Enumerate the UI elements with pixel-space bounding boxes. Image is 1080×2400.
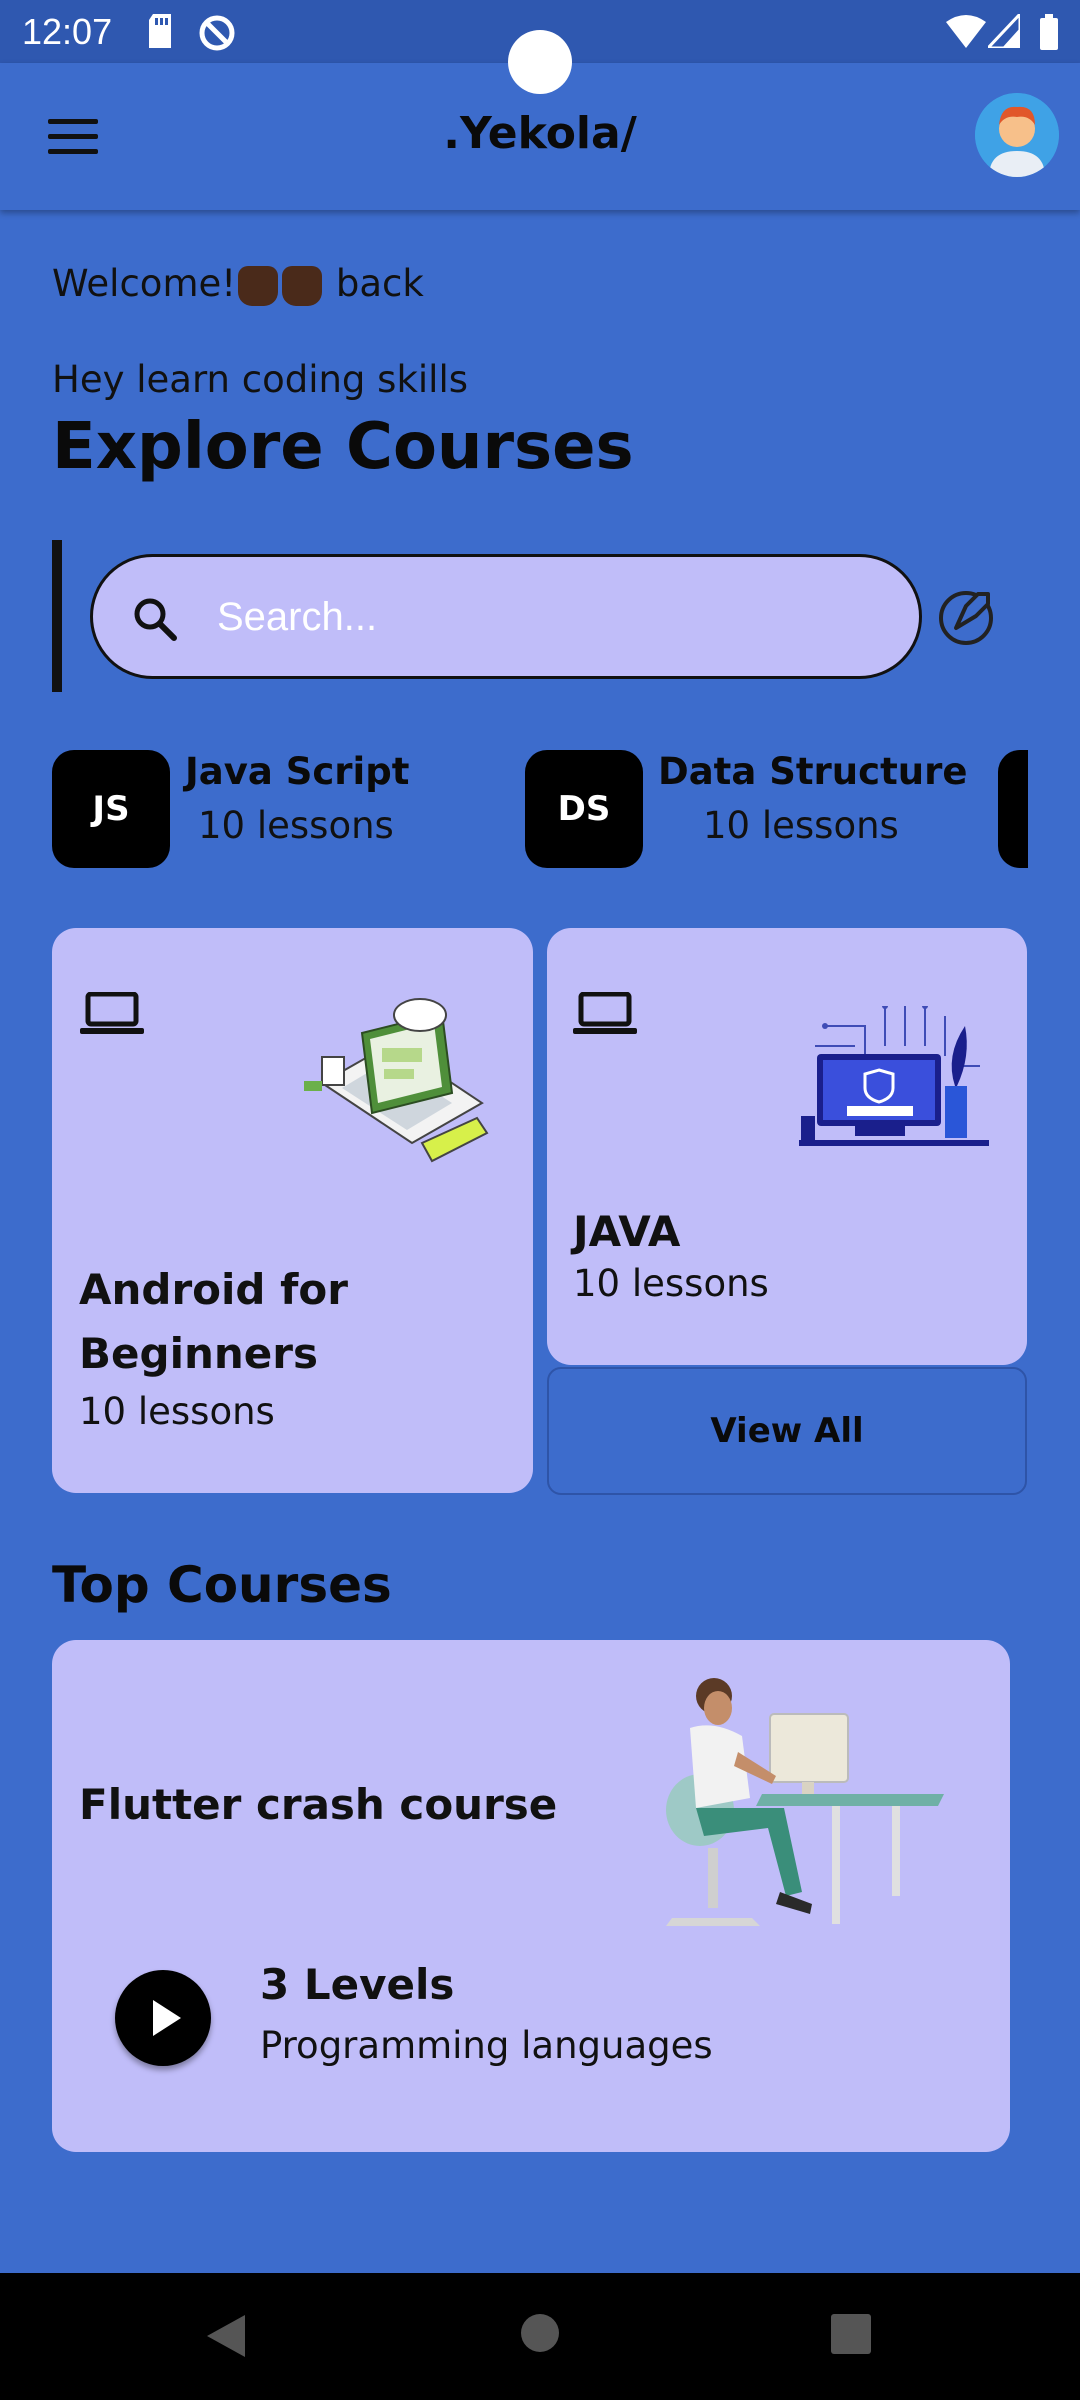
top-course-title: Flutter crash course bbox=[79, 1780, 558, 1829]
chip-badge: JS bbox=[52, 750, 170, 868]
back-icon[interactable] bbox=[203, 2313, 247, 2359]
page-title: Explore Courses bbox=[52, 410, 634, 484]
course-title: JAVA bbox=[573, 1207, 681, 1256]
sd-card-icon bbox=[149, 14, 171, 48]
top-course-card[interactable]: Flutter crash course 3 Levels Programmin… bbox=[52, 1640, 1010, 2152]
subtitle: Hey learn coding skills bbox=[52, 358, 468, 401]
welcome-text: Welcome! back bbox=[52, 262, 424, 306]
recents-icon[interactable] bbox=[830, 2313, 872, 2355]
course-lessons: 10 lessons bbox=[79, 1390, 275, 1433]
chip-title: Data Structure bbox=[658, 750, 968, 793]
course-title-line: Beginners bbox=[79, 1329, 318, 1378]
system-nav-bar bbox=[0, 2273, 1080, 2400]
user-avatar-icon bbox=[975, 93, 1059, 177]
course-lessons: 10 lessons bbox=[573, 1262, 769, 1305]
do-not-disturb-icon bbox=[199, 15, 235, 51]
search-box[interactable] bbox=[90, 554, 922, 679]
course-card-android[interactable]: Android for Beginners 10 lessons bbox=[52, 928, 533, 1493]
chip-lessons: 10 lessons bbox=[198, 804, 394, 847]
welcome-prefix: Welcome! bbox=[52, 262, 237, 305]
course-title-line: Android for bbox=[79, 1265, 348, 1314]
battery-icon bbox=[1040, 14, 1058, 50]
category-chip-partial[interactable] bbox=[998, 750, 1028, 868]
laptop-icon bbox=[80, 992, 144, 1034]
play-icon bbox=[153, 2000, 181, 2036]
chip-badge: DS bbox=[525, 750, 643, 868]
person-at-desk-illustration bbox=[666, 1678, 944, 1926]
course-category: Programming languages bbox=[260, 2024, 713, 2067]
search-input[interactable] bbox=[217, 575, 877, 659]
course-title: Android for Beginners bbox=[79, 1258, 348, 1386]
signal-icon bbox=[988, 14, 1020, 48]
play-button[interactable] bbox=[115, 1970, 211, 2066]
category-chip-data-structure[interactable]: DS Data Structure 10 lessons bbox=[525, 750, 967, 870]
wifi-icon bbox=[946, 15, 986, 48]
home-icon[interactable] bbox=[520, 2313, 560, 2353]
top-courses-title: Top Courses bbox=[52, 1556, 392, 1614]
course-card-java[interactable]: JAVA 10 lessons bbox=[547, 928, 1027, 1365]
status-time: 12:07 bbox=[22, 11, 113, 52]
wave-hand-icon bbox=[238, 265, 279, 306]
security-illustration bbox=[799, 1006, 989, 1146]
category-chip-javascript[interactable]: JS Java Script 10 lessons bbox=[52, 750, 412, 870]
search-accent-bar bbox=[52, 540, 62, 692]
app-title: .Yekola/ bbox=[443, 108, 637, 159]
welcome-suffix: back bbox=[335, 262, 424, 305]
laptop-icon bbox=[573, 992, 637, 1034]
view-all-button[interactable]: View All bbox=[547, 1367, 1027, 1495]
course-levels: 3 Levels bbox=[260, 1960, 455, 2009]
chip-title: Java Script bbox=[185, 750, 410, 793]
explore-icon[interactable] bbox=[936, 584, 1000, 648]
avatar[interactable] bbox=[975, 93, 1059, 177]
chip-lessons: 10 lessons bbox=[703, 804, 899, 847]
search-icon bbox=[134, 598, 177, 641]
wave-hand-icon bbox=[282, 265, 323, 306]
camera-cutout bbox=[508, 30, 572, 94]
laptop-illustration bbox=[304, 998, 489, 1163]
